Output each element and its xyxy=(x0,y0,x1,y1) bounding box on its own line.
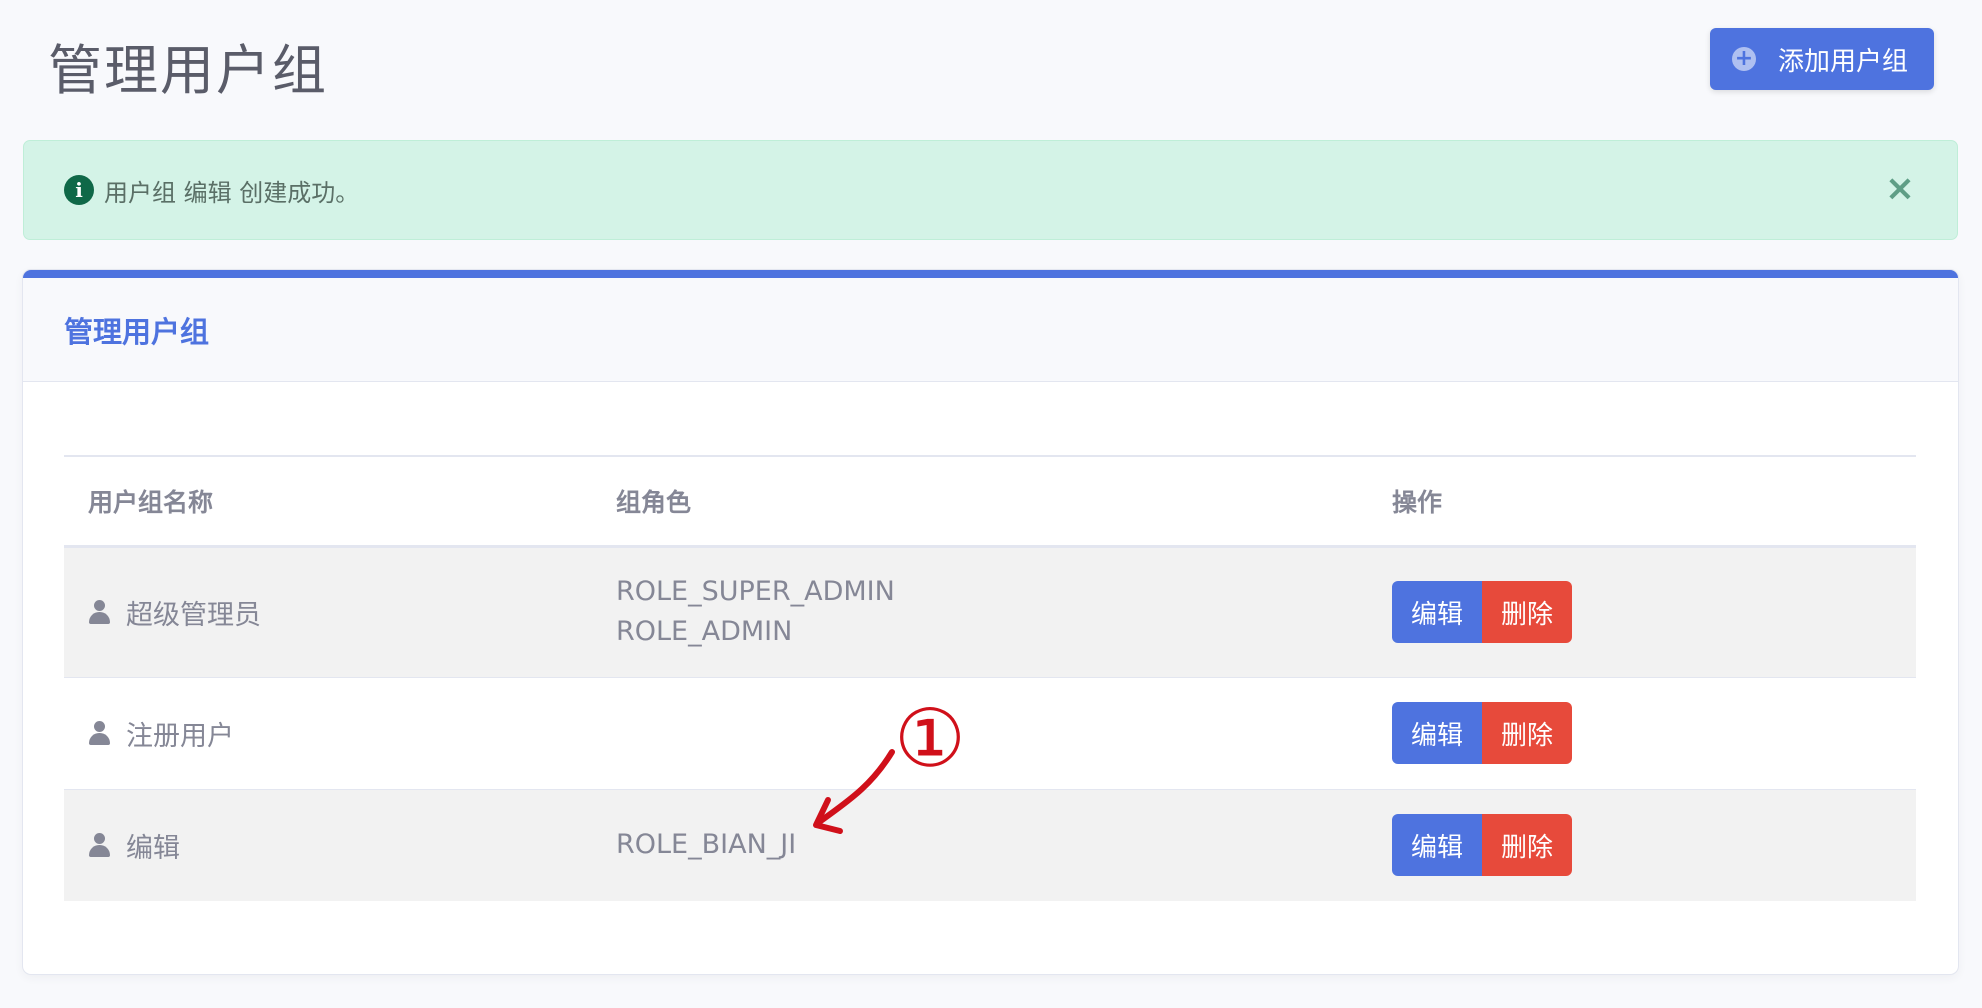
page-title: 管理用户组 xyxy=(48,39,328,102)
edit-button[interactable]: 编辑 xyxy=(1392,702,1482,764)
info-circle-icon: i xyxy=(64,175,94,205)
group-name-cell: 注册用户 xyxy=(64,676,592,789)
card-title: 管理用户组 xyxy=(64,314,210,349)
close-icon[interactable]: × xyxy=(1885,171,1915,207)
role-item: ROLE_ADMIN xyxy=(616,616,793,647)
delete-button[interactable]: 删除 xyxy=(1482,814,1572,877)
user-icon xyxy=(88,833,110,858)
group-name: 注册用户 xyxy=(126,720,234,752)
alert-message: 用户组 编辑 创建成功。 xyxy=(104,178,360,207)
group-name: 超级管理员 xyxy=(126,599,261,631)
user-group-card: 管理用户组 用户组名称 组角色 操作 超级管理员 ROLE_SUPER_ADMI… xyxy=(23,270,1958,974)
actions-cell: 编辑 删除 xyxy=(1368,676,1916,789)
user-icon xyxy=(88,721,110,745)
annotation-label: ① xyxy=(894,700,966,785)
column-header-roles: 组角色 xyxy=(592,455,1368,548)
page-header: 管理用户组 + 添加用户组 xyxy=(24,0,1958,130)
column-header-name: 用户组名称 xyxy=(64,455,592,548)
group-name: 编辑 xyxy=(126,832,180,864)
card-header: 管理用户组 xyxy=(23,278,1958,382)
add-user-group-label: 添加用户组 xyxy=(1777,46,1908,77)
annotation-arrow: ① xyxy=(813,700,966,834)
annotation-arrow-line xyxy=(815,749,895,826)
delete-button[interactable]: 删除 xyxy=(1482,581,1572,643)
add-user-group-button[interactable]: + 添加用户组 xyxy=(1709,28,1934,90)
column-header-actions: 操作 xyxy=(1368,455,1916,548)
table-row: 超级管理员 ROLE_SUPER_ADMIN ROLE_ADMIN 编辑 删除 xyxy=(64,545,1916,677)
group-roles-cell: ROLE_SUPER_ADMIN ROLE_ADMIN xyxy=(592,545,1368,677)
group-name-cell: 编辑 xyxy=(64,788,592,901)
role-item: ROLE_SUPER_ADMIN xyxy=(616,576,895,607)
user-icon xyxy=(88,600,110,624)
plus-circle-icon: + xyxy=(1731,47,1756,71)
actions-cell: 编辑 删除 xyxy=(1368,545,1916,677)
page: 管理用户组 + 添加用户组 i 用户组 编辑 创建成功。 × 管理用户组 用户组… xyxy=(0,0,1982,1008)
edit-button[interactable]: 编辑 xyxy=(1392,581,1482,643)
actions-cell: 编辑 删除 xyxy=(1368,788,1916,901)
success-alert: i 用户组 编辑 创建成功。 × xyxy=(23,140,1958,240)
table-header-row: 用户组名称 组角色 操作 xyxy=(64,455,1916,548)
delete-button[interactable]: 删除 xyxy=(1482,702,1572,764)
group-name-cell: 超级管理员 xyxy=(64,545,592,677)
edit-button[interactable]: 编辑 xyxy=(1392,814,1482,877)
